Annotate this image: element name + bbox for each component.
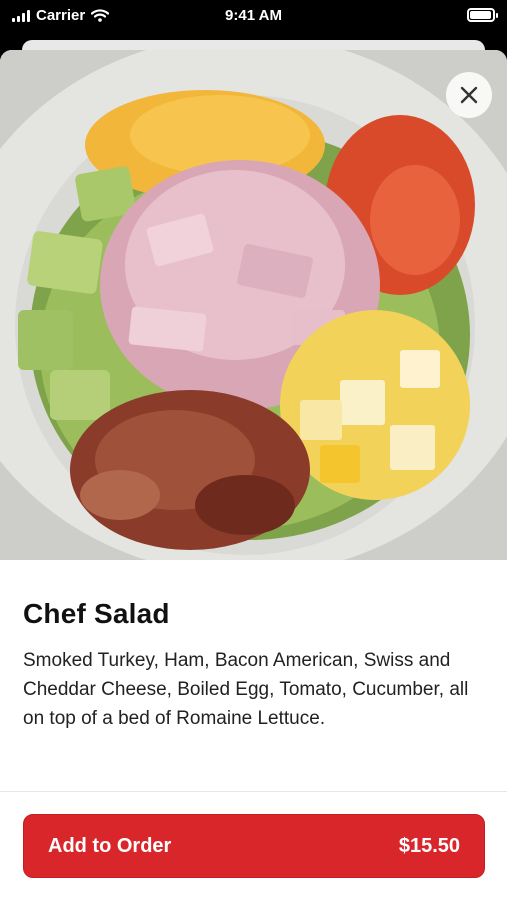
item-title: Chef Salad [23,598,170,629]
close-icon [460,86,478,104]
salad-photo [0,50,507,560]
status-time: 9:41 AM [225,7,282,24]
salad-image [0,50,507,560]
add-to-order-label: Add to Order [48,834,172,857]
item-detail-sheet: Chef Salad Smoked Turkey, Ham, Bacon Ame… [0,50,507,900]
close-button[interactable] [446,72,492,118]
footer-divider [0,791,507,792]
item-description: Smoked Turkey, Ham, Bacon American, Swis… [23,650,469,729]
battery-icon [467,8,498,22]
status-bar: Carrier 9:41 AM [0,0,507,34]
price-label: $15.50 [398,834,460,857]
item-details: Chef Salad Smoked Turkey, Ham, Bacon Ame… [23,598,483,733]
add-to-order-button[interactable]: Add to Order $15.50 [23,814,485,878]
